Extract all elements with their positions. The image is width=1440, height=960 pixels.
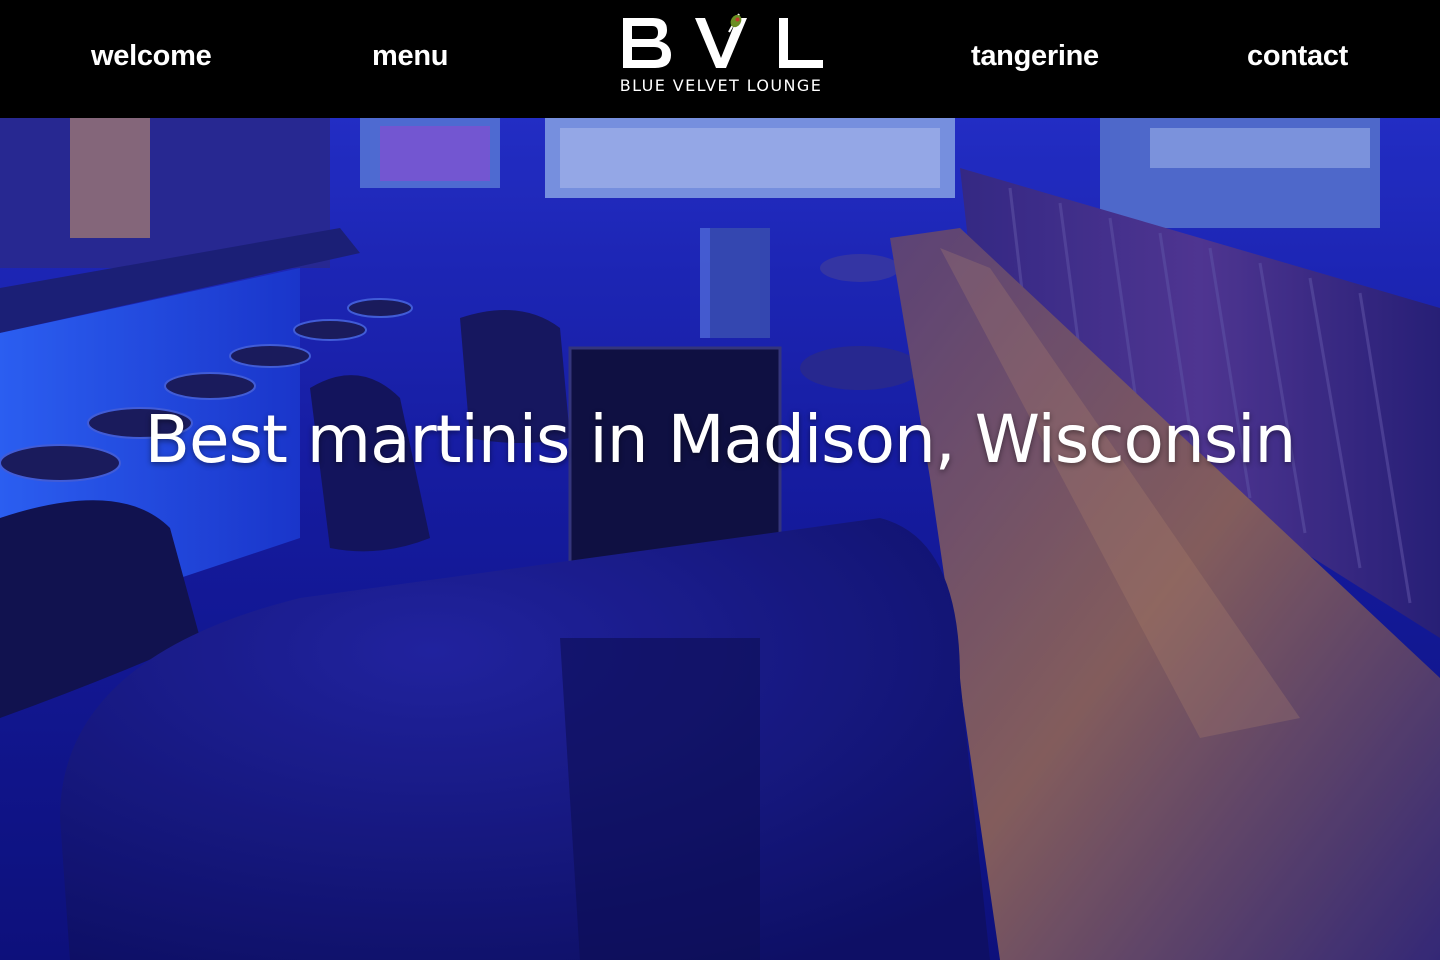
hero-banner: Best martinis in Madison, Wisconsin: [0, 118, 1440, 960]
nav-contact-link[interactable]: contact: [1247, 36, 1348, 76]
logo-subtitle: BLUE VELVET LOUNGE: [619, 76, 823, 95]
site-logo[interactable]: BLUE VELVET LOUNGE: [603, 12, 839, 102]
nav-welcome-link[interactable]: welcome: [91, 36, 212, 76]
site-header: welcome menu BLUE VELVET LOUNGE tangerin…: [0, 0, 1440, 118]
nav-tangerine-link[interactable]: tangerine: [971, 36, 1099, 76]
hero-headline: Best martinis in Madison, Wisconsin: [144, 401, 1297, 478]
bvl-logo-mark: [623, 13, 823, 68]
hero-background-image: [0, 118, 1440, 960]
nav-menu-link[interactable]: menu: [372, 36, 448, 76]
